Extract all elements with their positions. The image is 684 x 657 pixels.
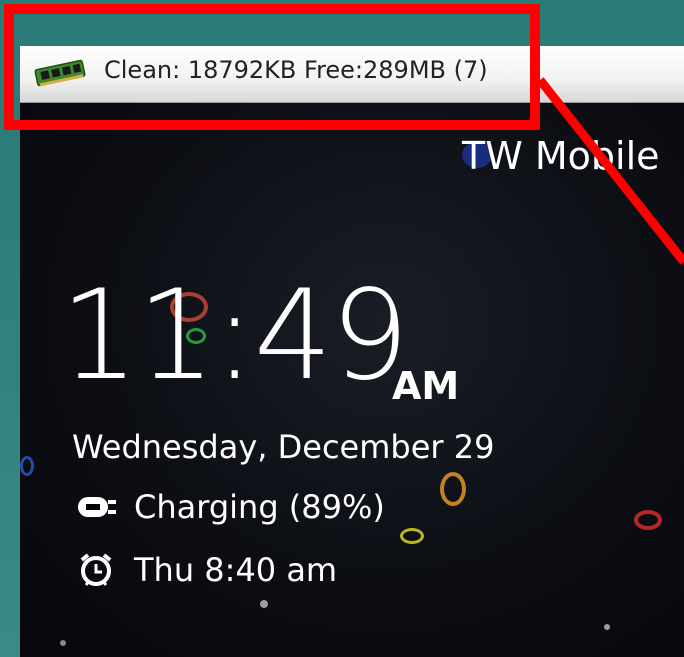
alarm-status: Thu 8:40 am: [74, 551, 337, 589]
charging-plug-icon: [78, 497, 116, 517]
wallpaper-spark: [60, 640, 66, 646]
lockscreen: Clean: 18792KB Free:289MB (7) TW Mobile …: [20, 46, 684, 657]
clock-time: 11:49: [60, 264, 409, 408]
carrier-label: TW Mobile: [462, 134, 660, 178]
charging-label: Charging (89%): [134, 488, 385, 526]
alarm-label: Thu 8:40 am: [134, 551, 338, 589]
wallpaper-spark: [604, 624, 610, 630]
wallpaper-spark: [260, 600, 268, 608]
alarm-clock-icon: [80, 553, 112, 586]
charging-status: Charging (89%): [74, 488, 385, 526]
highlight-box: [4, 4, 540, 130]
wallpaper-spark: [634, 510, 662, 530]
wallpaper-spark: [20, 456, 34, 476]
wallpaper-spark: [400, 528, 424, 544]
wallpaper-spark: [440, 472, 466, 506]
date-label: Wednesday, December 29: [72, 428, 495, 466]
clock-ampm: AM: [392, 364, 460, 408]
